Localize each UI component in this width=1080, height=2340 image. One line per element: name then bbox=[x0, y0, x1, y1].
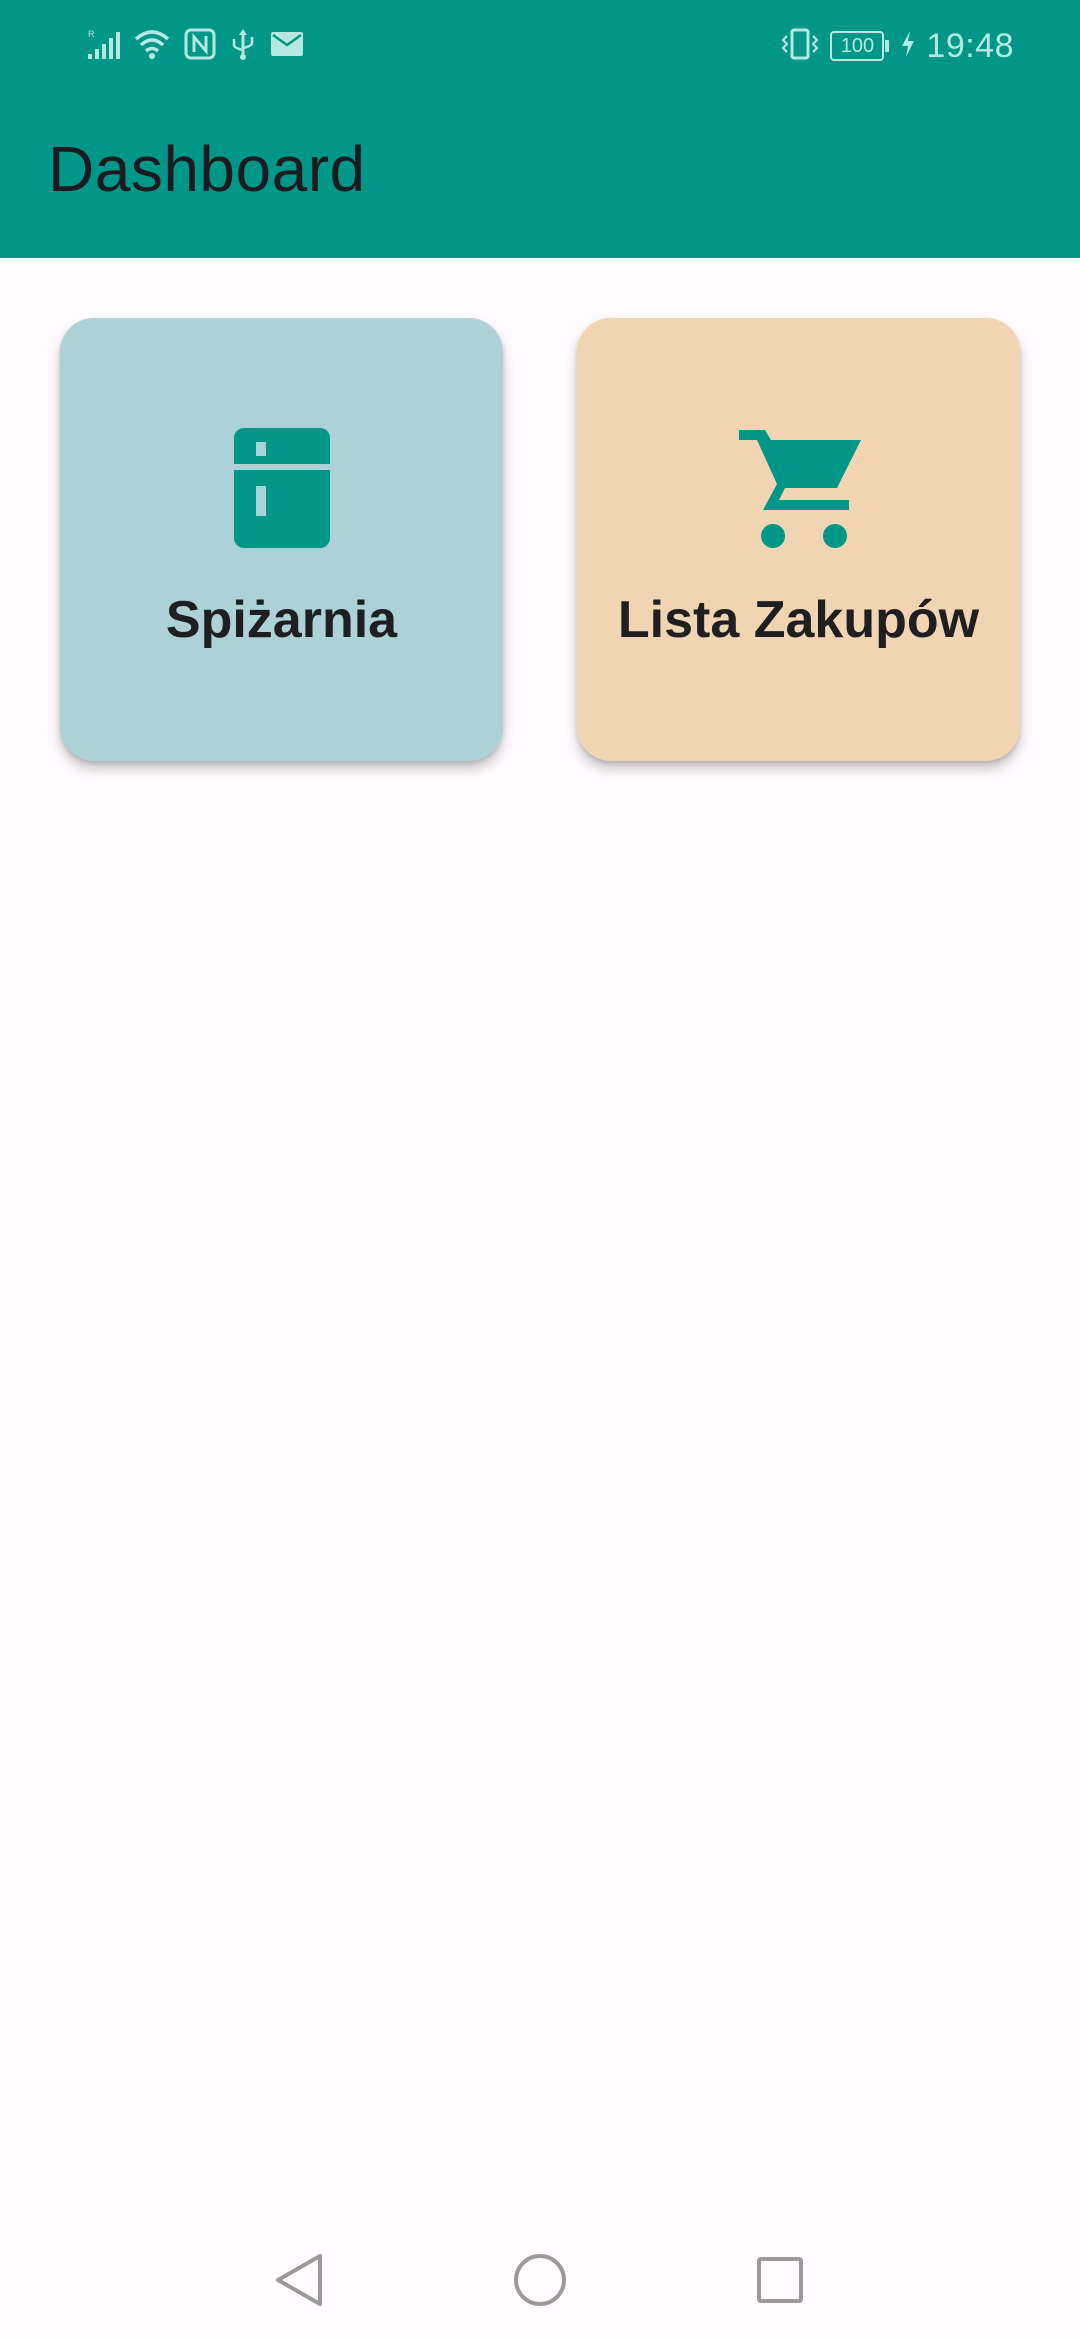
recent-apps-icon[interactable] bbox=[750, 2250, 810, 2310]
fridge-icon bbox=[220, 426, 344, 550]
home-icon[interactable] bbox=[510, 2250, 570, 2310]
vibrate-icon bbox=[780, 28, 820, 65]
svg-text:R: R bbox=[88, 29, 95, 39]
status-time: 19:48 bbox=[926, 26, 1014, 65]
signal-icon: R bbox=[86, 28, 120, 65]
tile-pantry[interactable]: Spiżarnia bbox=[60, 318, 503, 761]
tile-shopping-list[interactable]: Lista Zakupów bbox=[577, 318, 1020, 761]
shopping-cart-icon bbox=[737, 426, 861, 550]
status-icons-left: R bbox=[86, 24, 304, 68]
nfc-icon bbox=[184, 28, 216, 65]
status-bar: R 100 19:48 bbox=[0, 0, 1080, 92]
back-icon[interactable] bbox=[270, 2250, 330, 2310]
tile-pantry-label: Spiżarnia bbox=[165, 591, 398, 649]
app-bar: R 100 19:48 Dashboard bbox=[0, 0, 1080, 258]
tile-shopping-list-label: Lista Zakupów bbox=[617, 591, 980, 649]
charging-icon bbox=[900, 30, 916, 63]
mail-icon bbox=[270, 31, 304, 62]
battery-icon: 100 bbox=[830, 31, 890, 61]
page-title: Dashboard bbox=[48, 133, 366, 205]
wifi-icon bbox=[134, 28, 170, 65]
system-nav-bar bbox=[0, 2220, 1080, 2340]
status-icons-right: 100 19:48 bbox=[780, 24, 1014, 68]
usb-icon bbox=[230, 27, 256, 66]
